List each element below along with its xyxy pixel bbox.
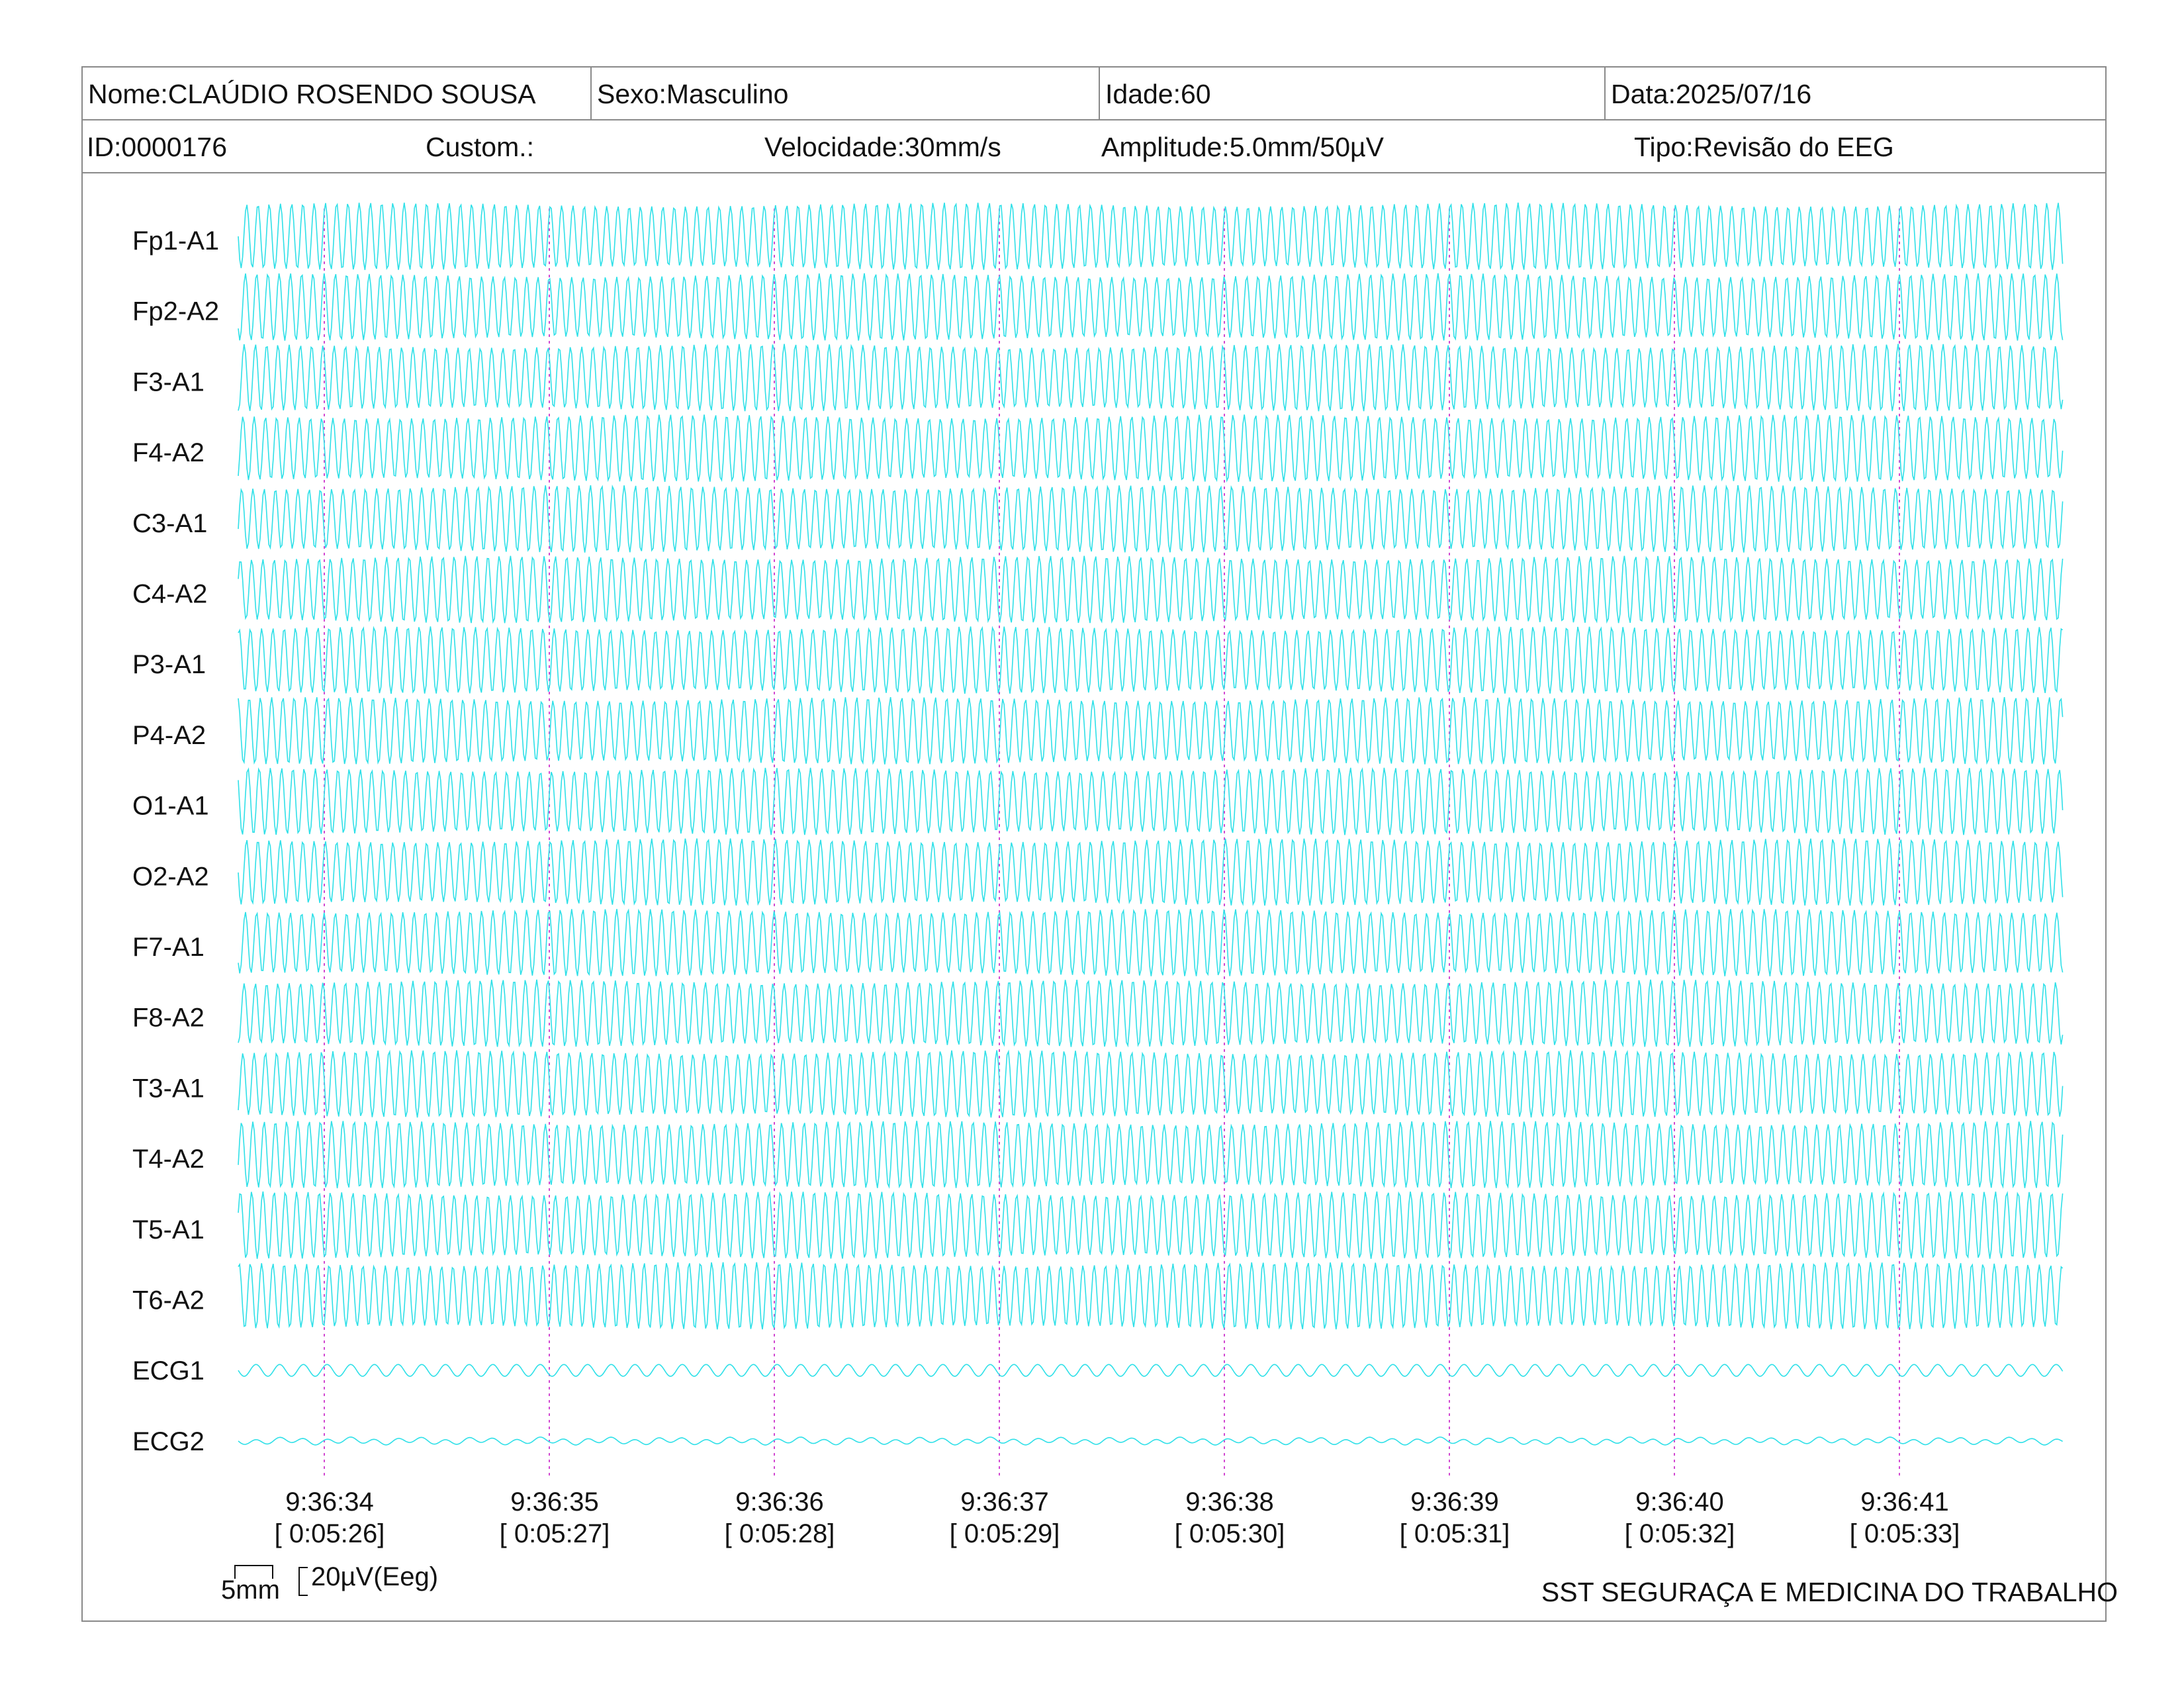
channel-trace <box>238 838 2064 906</box>
channel-trace <box>238 1121 2064 1189</box>
time-clock-label: 9:36:38 <box>1185 1487 1273 1517</box>
time-clock-label: 9:36:36 <box>735 1487 823 1517</box>
channel-trace <box>238 414 2064 483</box>
channel-label: T3-A1 <box>132 1074 205 1103</box>
amplitude-scale-label: 20µV(Eeg) <box>311 1562 439 1591</box>
channel-label: ECG1 <box>132 1356 205 1385</box>
channel-label: F4-A2 <box>132 438 205 467</box>
channel-trace <box>238 1364 2064 1378</box>
time-elapsed-label: [ 0:05:27] <box>500 1519 610 1548</box>
time-elapsed-label: [ 0:05:32] <box>1625 1519 1735 1548</box>
time-scale-label: 5mm <box>221 1575 280 1605</box>
channel-label: C3-A1 <box>132 509 207 538</box>
time-elapsed-label: [ 0:05:31] <box>1400 1519 1510 1548</box>
time-elapsed-label: [ 0:05:26] <box>275 1519 385 1548</box>
channel-label: T5-A1 <box>132 1215 205 1244</box>
time-clock-label: 9:36:41 <box>1860 1487 1948 1517</box>
time-elapsed-label: [ 0:05:33] <box>1850 1519 1960 1548</box>
channel-trace <box>238 1436 2064 1446</box>
channel-trace <box>238 1049 2064 1118</box>
channel-label: Fp2-A2 <box>132 297 219 326</box>
channel-trace <box>238 202 2064 270</box>
channel-label: Fp1-A1 <box>132 226 219 256</box>
channel-label: ECG2 <box>132 1427 205 1456</box>
channel-label: F3-A1 <box>132 367 205 397</box>
amplitude-scale-bracket <box>298 1567 308 1596</box>
channel-trace <box>238 1191 2064 1259</box>
channel-label: F8-A2 <box>132 1004 205 1033</box>
channel-trace <box>238 908 2064 976</box>
channel-label: T4-A2 <box>132 1145 205 1174</box>
channel-trace <box>238 273 2064 341</box>
channel-trace <box>238 767 2064 835</box>
channel-label: P3-A1 <box>132 650 206 679</box>
channel-trace <box>238 555 2064 624</box>
channel-trace <box>238 344 2064 412</box>
organization-name: SST SEGURAÇA E MEDICINA DO TRABALHO <box>1541 1577 2118 1607</box>
time-elapsed-label: [ 0:05:29] <box>950 1519 1060 1548</box>
time-clock-label: 9:36:37 <box>960 1487 1048 1517</box>
channel-trace <box>238 626 2064 694</box>
channel-label: F7-A1 <box>132 933 205 962</box>
time-clock-label: 9:36:39 <box>1410 1487 1498 1517</box>
channel-label: T6-A2 <box>132 1286 205 1315</box>
channel-trace <box>238 484 2064 553</box>
time-elapsed-label: [ 0:05:28] <box>725 1519 835 1548</box>
time-clock-label: 9:36:35 <box>510 1487 598 1517</box>
time-clock-label: 9:36:40 <box>1635 1487 1723 1517</box>
channel-label: P4-A2 <box>132 721 206 750</box>
channel-trace <box>238 1262 2064 1330</box>
channel-trace <box>238 979 2064 1048</box>
time-elapsed-label: [ 0:05:30] <box>1175 1519 1285 1548</box>
eeg-trace-chart: 9:36:34[ 0:05:26] 9:36:35[ 0:05:27] 9:36:3… <box>132 202 2064 1596</box>
channel-label: O2-A2 <box>132 862 209 891</box>
channel-label: C4-A2 <box>132 580 207 609</box>
time-clock-label: 9:36:34 <box>285 1487 373 1517</box>
channel-label: O1-A1 <box>132 792 209 821</box>
channel-trace <box>238 696 2064 765</box>
